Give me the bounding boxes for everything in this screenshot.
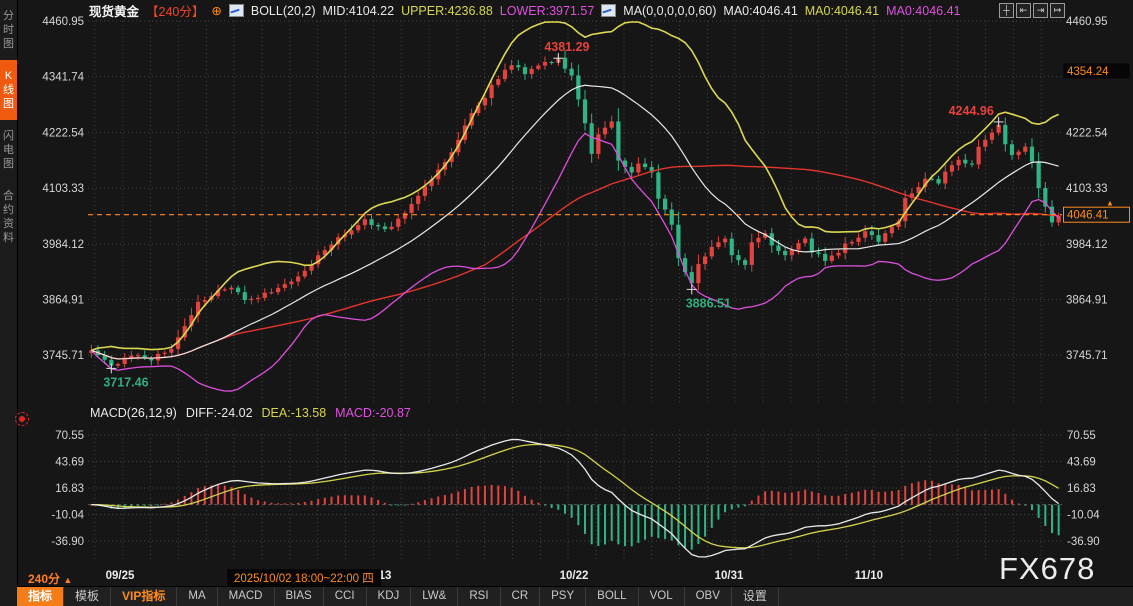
sidebar-item-candlestick-chart[interactable]: K线图 — [0, 60, 17, 120]
macd-histogram — [90, 480, 1059, 549]
svg-text:43.69: 43.69 — [1067, 456, 1096, 468]
sidebar-item-contract-info[interactable]: 合约资料 — [0, 180, 17, 254]
svg-text:70.55: 70.55 — [55, 430, 84, 442]
svg-text:4354.24: 4354.24 — [1067, 66, 1109, 78]
chart-header: 现货黄金 【240分】 ⊕ BOLL(20,2) MID:4104.22 UPP… — [89, 2, 960, 19]
period-label: 【240分】 — [146, 1, 204, 20]
tab-cci[interactable]: CCI — [324, 587, 367, 606]
svg-text:3864.91: 3864.91 — [42, 294, 84, 306]
sidebar-item-lightning-chart[interactable]: 闪电图 — [0, 120, 17, 180]
svg-text:3984.12: 3984.12 — [1066, 239, 1108, 251]
boll-upper-value: UPPER:4236.88 — [401, 4, 493, 18]
crosshair-icon[interactable]: ┼ — [999, 3, 1014, 18]
tab-boll[interactable]: BOLL — [586, 587, 638, 606]
ma-value-1: MA0:4046.41 — [723, 4, 797, 18]
boll-indicator-icon[interactable] — [229, 4, 244, 17]
x-axis-row: 240分 ▲ 09/2510/1310/2210/3111/10 2025/10… — [17, 568, 1133, 587]
svg-text:4046.41: 4046.41 — [1067, 210, 1109, 222]
svg-text:3886.51: 3886.51 — [686, 296, 731, 310]
svg-text:43.69: 43.69 — [55, 456, 84, 468]
macd-dea-value: DEA:-13.58 — [262, 406, 327, 420]
tab-ma[interactable]: MA — [177, 587, 217, 606]
svg-text:4222.54: 4222.54 — [1066, 127, 1108, 139]
sidebar-item-timeline-chart[interactable]: 分时图 — [0, 0, 17, 60]
boll-label: BOLL(20,2) — [251, 4, 316, 18]
tab-templates[interactable]: 模板 — [64, 587, 111, 606]
svg-text:4103.33: 4103.33 — [42, 183, 84, 195]
scale-left-icon[interactable]: ⇤ — [1016, 3, 1031, 18]
candlesticks — [89, 50, 1061, 369]
svg-text:3717.46: 3717.46 — [103, 375, 148, 389]
svg-text:4222.54: 4222.54 — [42, 127, 84, 139]
x-axis-tick: 09/25 — [106, 570, 135, 582]
period-selector-label: 240分 — [28, 572, 60, 586]
session-high-marker: 4354.24 — [1064, 63, 1130, 78]
svg-text:16.83: 16.83 — [1067, 483, 1096, 495]
watermark: FX678 — [999, 551, 1095, 587]
tab-bias[interactable]: BIAS — [275, 587, 324, 606]
ma-indicator-icon[interactable] — [601, 4, 616, 17]
hot-marker-icon[interactable] — [15, 412, 29, 426]
tab-cr[interactable]: CR — [501, 587, 541, 606]
svg-text:3745.71: 3745.71 — [1066, 350, 1108, 362]
tab-vip-indicators[interactable]: VIP指标 — [111, 587, 177, 606]
chart-mode-sidebar: 分时图 K线图 闪电图 合约资料 — [0, 0, 18, 606]
tab-psy[interactable]: PSY — [540, 587, 586, 606]
boll-lower-value: LOWER:3971.57 — [500, 4, 595, 18]
tab-indicators[interactable]: 指标 — [17, 587, 64, 606]
svg-text:3984.12: 3984.12 — [42, 239, 84, 251]
x-axis-tick: 10/31 — [715, 570, 744, 582]
boll-upper-line — [91, 22, 1058, 350]
svg-text:3745.71: 3745.71 — [42, 350, 84, 362]
symbol-name: 现货黄金 — [89, 1, 139, 20]
tab-obv[interactable]: OBV — [685, 587, 732, 606]
svg-text:70.55: 70.55 — [1067, 430, 1096, 442]
crosshair-date-tooltip: 2025/10/02 18:00~22:00 四 — [227, 569, 381, 587]
macd-label: MACD(26,12,9) — [90, 406, 177, 420]
svg-text:-10.04: -10.04 — [1067, 510, 1100, 522]
boll-mid-line — [91, 85, 1058, 359]
ma-label: MA(0,0,0,0,0,60) — [623, 4, 716, 18]
tab-macd[interactable]: MACD — [218, 587, 275, 606]
chart-tools: ┼ ⇤ ⇥ ↦ — [999, 3, 1065, 18]
x-axis-tick: 11/10 — [855, 570, 883, 582]
ma-value-2: MA0:4046.41 — [805, 4, 879, 18]
macd-dif-line — [91, 439, 1058, 556]
link-icon[interactable]: ⊕ — [211, 3, 221, 18]
svg-text:-36.90: -36.90 — [1067, 536, 1100, 548]
price-chart-canvas: ▲ 4046.41 4354.24 4460.95 4341.74 4222.54 4103… — [0, 0, 1133, 606]
tab-rsi[interactable]: RSI — [458, 587, 500, 606]
period-selector[interactable]: 240分 ▲ — [28, 570, 72, 587]
tab-settings[interactable]: 设置 — [732, 587, 779, 606]
chevron-up-icon: ▲ — [63, 575, 72, 585]
x-axis-tick: 10/22 — [560, 570, 589, 582]
svg-text:▲: ▲ — [1106, 199, 1114, 208]
svg-text:3864.91: 3864.91 — [1066, 294, 1108, 306]
macd-diff-value: DIFF:-24.02 — [186, 406, 253, 420]
svg-text:4381.29: 4381.29 — [544, 40, 589, 54]
svg-text:4460.95: 4460.95 — [42, 16, 84, 28]
macd-macd-value: MACD:-20.87 — [335, 406, 411, 420]
svg-text:4103.33: 4103.33 — [1066, 183, 1108, 195]
macd-header: MACD(26,12,9) DIFF:-24.02 DEA:-13.58 MAC… — [90, 406, 411, 420]
svg-text:-36.90: -36.90 — [51, 536, 84, 548]
svg-text:4341.74: 4341.74 — [42, 72, 84, 84]
svg-text:-10.04: -10.04 — [51, 510, 84, 522]
current-price-marker: ▲ 4046.41 — [1064, 199, 1130, 223]
axis-labels: 4460.95 4341.74 4222.54 4103.33 3984.12 3864.… — [42, 16, 1108, 548]
tab-vol[interactable]: VOL — [639, 587, 685, 606]
svg-text:16.83: 16.83 — [55, 483, 84, 495]
boll-mid-value: MID:4104.22 — [322, 4, 394, 18]
svg-text:4460.95: 4460.95 — [1066, 16, 1108, 28]
scale-right-icon[interactable]: ⇥ — [1033, 3, 1048, 18]
ma-value-3: MA0:4046.41 — [886, 4, 960, 18]
tab-lw[interactable]: LW& — [411, 587, 458, 606]
svg-text:4244.96: 4244.96 — [949, 104, 994, 118]
trading-chart-window: ▲ 4046.41 4354.24 4460.95 4341.74 4222.54 4103… — [0, 0, 1133, 606]
pan-right-icon[interactable]: ↦ — [1050, 3, 1065, 18]
tab-kdj[interactable]: KDJ — [367, 587, 412, 606]
boll-lower-line — [91, 133, 1058, 391]
indicator-toolbar: 指标 模板 VIP指标 MA MACD BIAS CCI KDJ LW& RSI… — [17, 586, 1133, 606]
